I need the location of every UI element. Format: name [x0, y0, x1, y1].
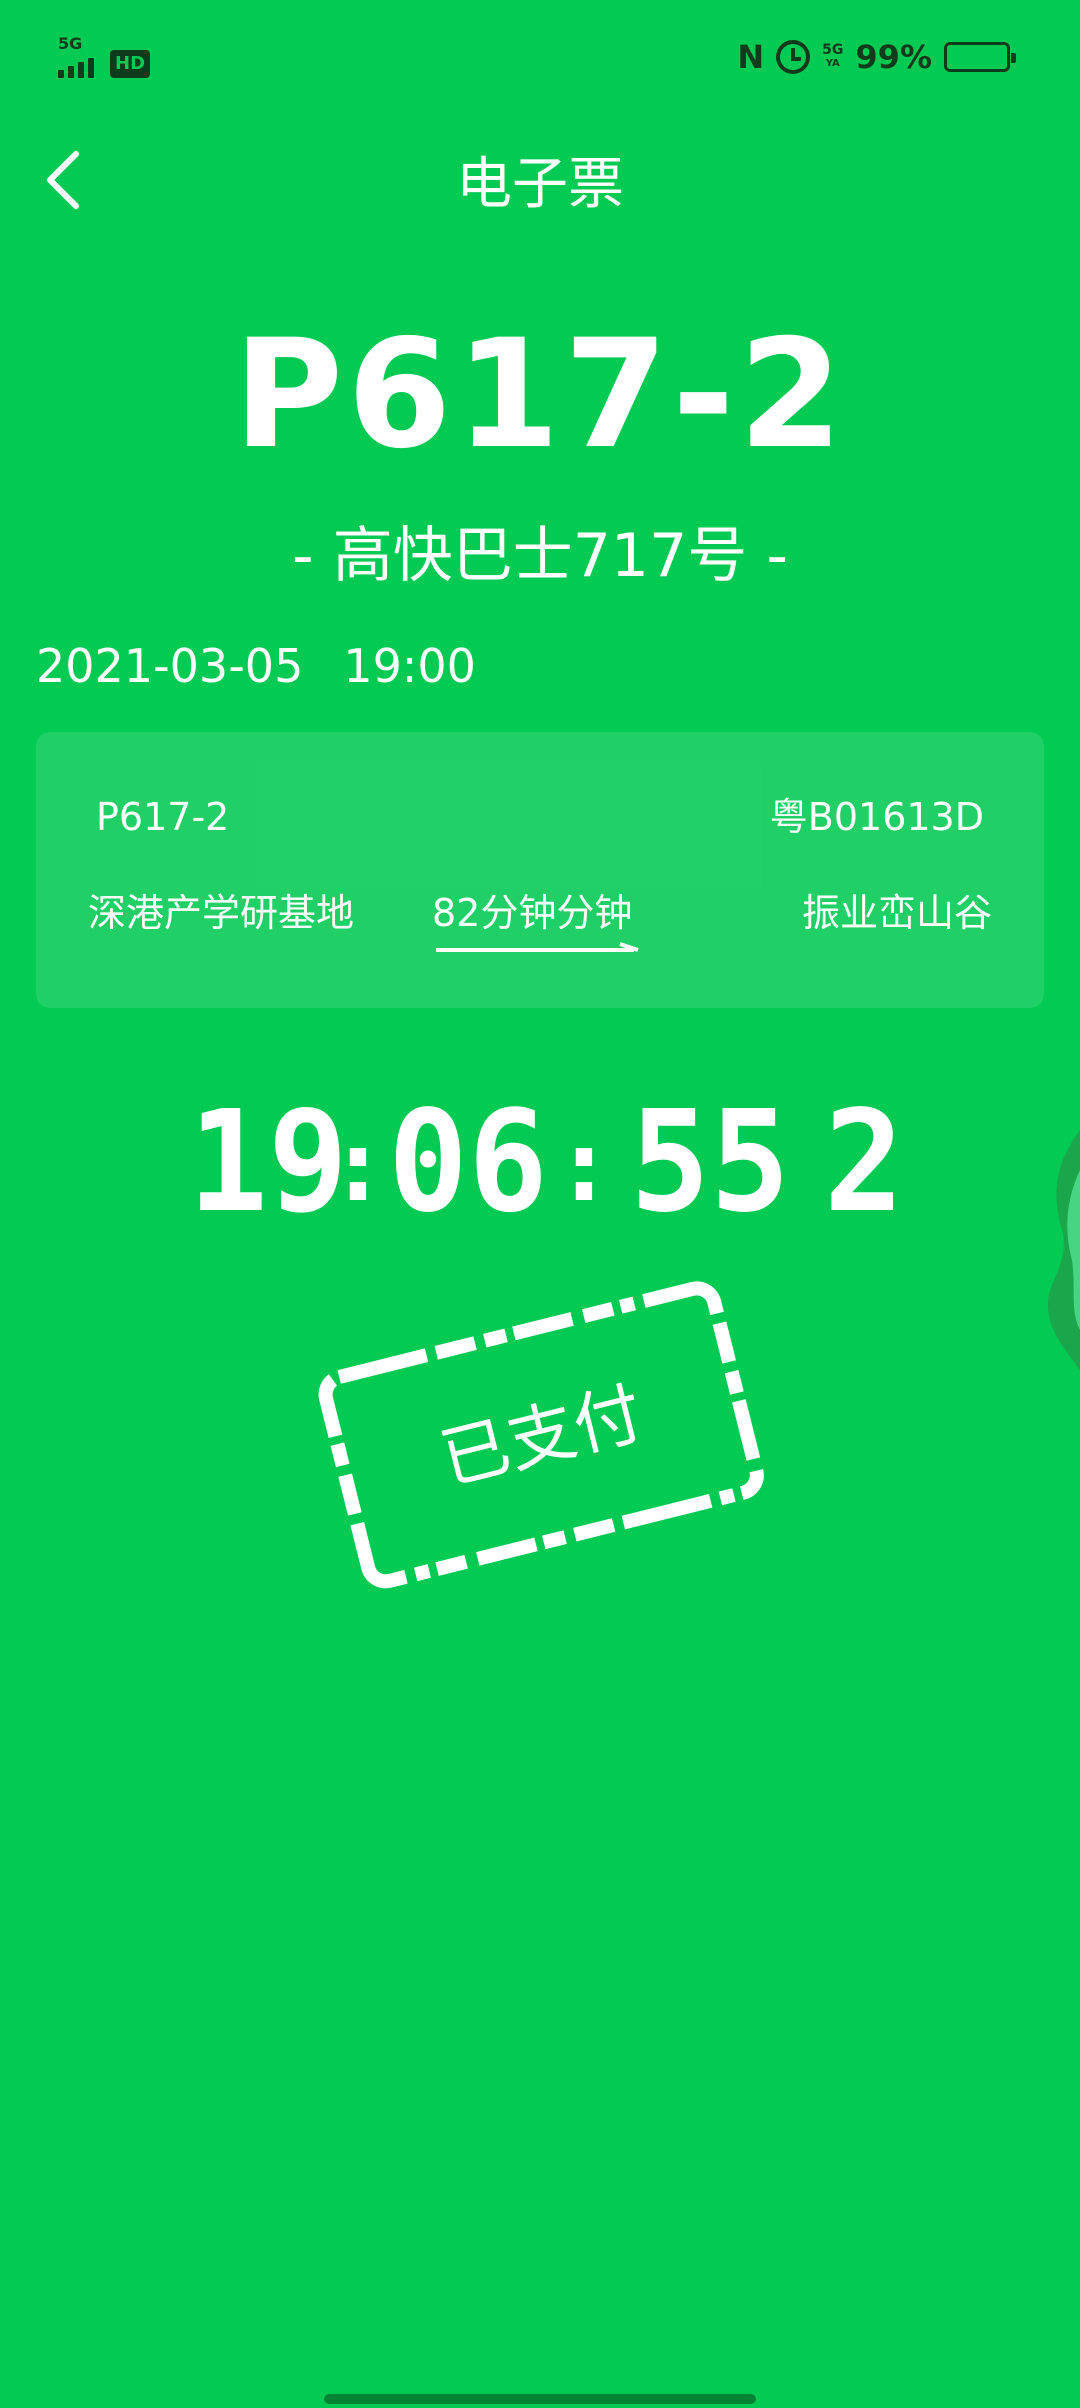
- network2-sub: YA: [825, 58, 840, 69]
- signal-icon: 5G: [58, 34, 94, 78]
- status-left: 5G HD: [58, 34, 151, 78]
- ticket-page: 5G HD N 5G YA 99% 电子票 P617-2 - 高快巴士717号 …: [0, 0, 1080, 2408]
- status-right: N 5G YA 99%: [737, 38, 1016, 76]
- alarm-icon: [776, 40, 811, 74]
- clock-colon-2: :: [554, 1107, 614, 1224]
- live-clock: 19 : 06 : 55 2: [188, 1081, 904, 1230]
- departure-datetime: 2021-03-05 19:00: [36, 636, 476, 696]
- paid-stamp: 已支付: [318, 1281, 764, 1589]
- clock-colon-1: :: [328, 1107, 388, 1224]
- stamp-text: 已支付: [433, 1374, 650, 1500]
- clock-tick: 2: [824, 1081, 904, 1230]
- route-name: - 高快巴士717号 -: [292, 521, 788, 591]
- card-route-code: P617-2: [96, 795, 230, 839]
- battery-percent: 99%: [855, 38, 932, 76]
- departure-time: 19:00: [343, 639, 476, 693]
- bus-plate: 粤B01613D: [769, 795, 984, 839]
- side-floating-tab[interactable]: [1040, 1130, 1080, 1370]
- battery-icon: [944, 42, 1016, 72]
- network2-icon: 5G YA: [822, 43, 843, 71]
- signal-bars: [58, 58, 94, 78]
- destination-station: 振业峦山谷: [801, 891, 992, 935]
- page-title: 电子票: [456, 152, 624, 217]
- hd-badge: HD: [110, 50, 151, 78]
- trip-duration: 82分钟分钟: [432, 891, 633, 935]
- clock-seconds: 55: [630, 1081, 790, 1230]
- trip-info-card: P617-2 粤B01613D 深港产学研基地 82分钟分钟 振业峦山谷: [36, 732, 1044, 1008]
- clock-minutes: 06: [388, 1081, 548, 1230]
- network2-type: 5G: [822, 42, 844, 58]
- nfc-icon: N: [737, 38, 765, 76]
- departure-date: 2021-03-05: [36, 639, 304, 693]
- origin-station: 深港产学研基地: [88, 891, 355, 935]
- clock-hours: 19: [188, 1081, 348, 1230]
- home-indicator[interactable]: [324, 2394, 756, 2404]
- network-type: 5G: [58, 34, 83, 53]
- route-code: P617-2: [233, 308, 847, 482]
- arrow-right-icon: [436, 942, 639, 952]
- status-bar: 5G HD N 5G YA 99%: [0, 0, 1080, 110]
